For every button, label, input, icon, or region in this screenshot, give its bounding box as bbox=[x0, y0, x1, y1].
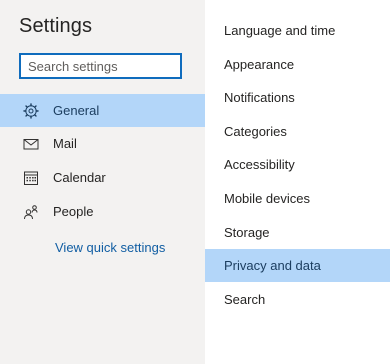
nav-label-general: General bbox=[53, 103, 100, 118]
submenu-item-mobile-devices[interactable]: Mobile devices bbox=[205, 182, 390, 215]
submenu-item-categories[interactable]: Categories bbox=[205, 115, 390, 148]
people-icon bbox=[24, 205, 38, 220]
envelope-icon bbox=[23, 139, 39, 150]
nav-label-calendar: Calendar bbox=[53, 170, 106, 185]
submenu-item-notifications[interactable]: Notifications bbox=[205, 81, 390, 114]
submenu-item-privacy-and-data[interactable]: Privacy and data bbox=[205, 249, 390, 282]
nav-label-people: People bbox=[53, 204, 94, 219]
settings-nav-pane: Settings General Mail bbox=[0, 0, 205, 364]
submenu-item-storage[interactable]: Storage bbox=[205, 216, 390, 249]
view-quick-settings-link[interactable]: View quick settings bbox=[55, 240, 165, 255]
submenu-item-appearance[interactable]: Appearance bbox=[205, 48, 390, 81]
calendar-icon bbox=[24, 171, 38, 185]
submenu-item-search[interactable]: Search bbox=[205, 283, 390, 316]
nav-item-people[interactable]: People bbox=[0, 195, 205, 228]
nav-item-general[interactable]: General bbox=[0, 94, 205, 127]
nav-label-mail: Mail bbox=[53, 136, 77, 151]
submenu-item-accessibility[interactable]: Accessibility bbox=[205, 148, 390, 181]
nav-item-mail[interactable]: Mail bbox=[0, 127, 205, 160]
gear-icon bbox=[23, 103, 39, 119]
page-title: Settings bbox=[19, 15, 93, 37]
submenu-item-language-and-time[interactable]: Language and time bbox=[205, 14, 390, 47]
nav-item-calendar[interactable]: Calendar bbox=[0, 161, 205, 194]
search-input[interactable] bbox=[19, 53, 182, 79]
